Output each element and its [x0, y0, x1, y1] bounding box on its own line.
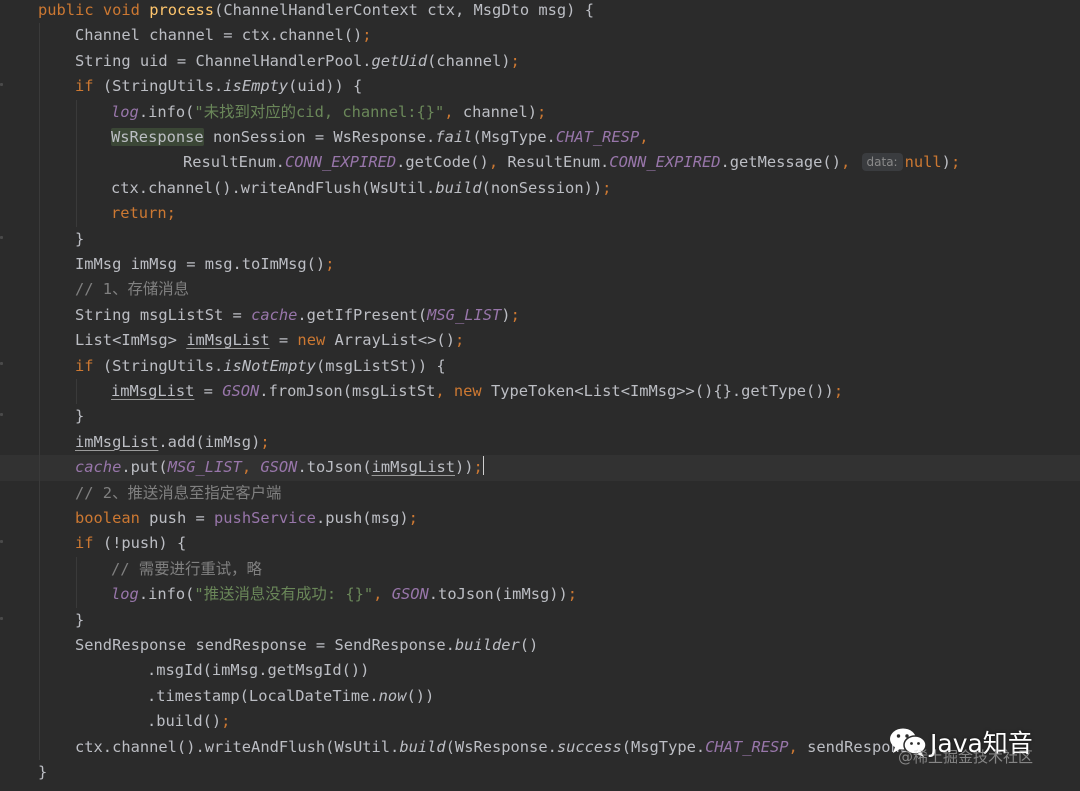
code-text: WsResponse nonSession = WsResponse.fail(…: [111, 128, 649, 146]
code-line[interactable]: ResultEnum.CONN_EXPIRED.getCode(), Resul…: [0, 150, 1080, 176]
code-text: imMsgList = GSON.fromJson(msgListSt, new…: [111, 382, 844, 400]
watermark: Java知音 @稀土掘金技术社区: [888, 722, 1078, 788]
code-text: log.info("推送消息没有成功: {}", GSON.toJson(imM…: [111, 585, 578, 604]
code-text: String uid = ChannelHandlerPool.getUid(c…: [75, 51, 520, 70]
code-text: .msgId(imMsg.getMsgId()): [147, 661, 370, 680]
watermark-credit: @稀土掘金技术社区: [898, 748, 1034, 766]
code-line[interactable]: return;: [0, 201, 1080, 227]
code-line[interactable]: // 1、存储消息: [0, 277, 1080, 303]
text-caret: [482, 456, 485, 476]
code-text: imMsgList.add(imMsg);: [75, 432, 270, 451]
code-text: }: [75, 610, 85, 629]
code-line[interactable]: log.info("推送消息没有成功: {}", GSON.toJson(imM…: [0, 582, 1080, 608]
code-text: }: [38, 763, 48, 781]
code-text: ctx.channel().writeAndFlush(WsUtil.build…: [111, 178, 612, 197]
code-line[interactable]: public void process(ChannelHandlerContex…: [0, 0, 1080, 23]
code-line[interactable]: imMsgList = GSON.fromJson(msgListSt, new…: [0, 379, 1080, 405]
code-text: Channel channel = ctx.channel();: [75, 26, 372, 45]
code-text: public void process(ChannelHandlerContex…: [38, 1, 594, 19]
code-line[interactable]: .timestamp(LocalDateTime.now()): [0, 683, 1080, 710]
code-text: if (StringUtils.isNotEmpty(msgListSt)) {: [75, 356, 446, 375]
code-editor[interactable]: public void process(ChannelHandlerContex…: [0, 0, 1080, 791]
code-text: .build();: [147, 712, 231, 731]
code-text: ResultEnum.CONN_EXPIRED.getCode(), Resul…: [183, 153, 961, 172]
code-line[interactable]: ctx.channel().writeAndFlush(WsUtil.build…: [0, 175, 1080, 202]
code-line[interactable]: List<ImMsg> imMsgList = new ArrayList<>(…: [0, 328, 1080, 354]
code-line[interactable]: }: [0, 226, 1080, 252]
code-comment: // 1、存储消息: [75, 280, 190, 299]
code-line[interactable]: if (StringUtils.isEmpty(uid)) {: [0, 74, 1080, 100]
code-comment: // 需要进行重试，略: [111, 559, 262, 578]
code-text: log.info("未找到对应的cid, channel:{}", channe…: [111, 102, 547, 121]
code-line[interactable]: if (StringUtils.isNotEmpty(msgListSt)) {: [0, 353, 1080, 379]
code-text: return;: [111, 204, 176, 223]
code-text: SendResponse sendResponse = SendResponse…: [75, 636, 539, 654]
code-line-current[interactable]: cache.put(MSG_LIST, GSON.toJson(imMsgLis…: [0, 455, 1080, 481]
code-line[interactable]: }: [0, 607, 1080, 633]
code-line[interactable]: SendResponse sendResponse = SendResponse…: [0, 633, 1080, 659]
code-line[interactable]: String msgListSt = cache.getIfPresent(MS…: [0, 302, 1080, 329]
code-text: String msgListSt = cache.getIfPresent(MS…: [75, 305, 520, 324]
code-text: if (StringUtils.isEmpty(uid)) {: [75, 77, 363, 96]
code-text: ctx.channel().writeAndFlush(WsUtil.build…: [75, 737, 919, 756]
code-comment: // 2、推送消息至指定客户端: [75, 483, 282, 502]
code-text: cache.put(MSG_LIST, GSON.toJson(imMsgLis…: [75, 456, 485, 477]
code-line[interactable]: ImMsg imMsg = msg.toImMsg();: [0, 252, 1080, 278]
code-line[interactable]: if (!push) {: [0, 531, 1080, 557]
code-text: List<ImMsg> imMsgList = new ArrayList<>(…: [75, 331, 465, 350]
parameter-hint: data:: [861, 153, 903, 172]
code-line[interactable]: // 需要进行重试，略: [0, 556, 1080, 583]
code-text: }: [75, 229, 85, 248]
code-text: if (!push) {: [75, 534, 187, 553]
code-line[interactable]: String uid = ChannelHandlerPool.getUid(c…: [0, 48, 1080, 75]
code-line[interactable]: WsResponse nonSession = WsResponse.fail(…: [0, 125, 1080, 151]
code-line[interactable]: Channel channel = ctx.channel();: [0, 23, 1080, 49]
code-line[interactable]: imMsgList.add(imMsg);: [0, 429, 1080, 456]
code-line[interactable]: .msgId(imMsg.getMsgId()): [0, 658, 1080, 684]
code-line[interactable]: // 2、推送消息至指定客户端: [0, 480, 1080, 506]
code-text: boolean push = pushService.push(msg);: [75, 509, 418, 527]
code-text: .timestamp(LocalDateTime.now()): [147, 686, 435, 705]
code-line[interactable]: }: [0, 404, 1080, 430]
code-text: }: [75, 407, 85, 426]
code-line[interactable]: boolean push = pushService.push(msg);: [0, 506, 1080, 532]
code-line[interactable]: log.info("未找到对应的cid, channel:{}", channe…: [0, 99, 1080, 125]
code-text: ImMsg imMsg = msg.toImMsg();: [75, 255, 335, 273]
